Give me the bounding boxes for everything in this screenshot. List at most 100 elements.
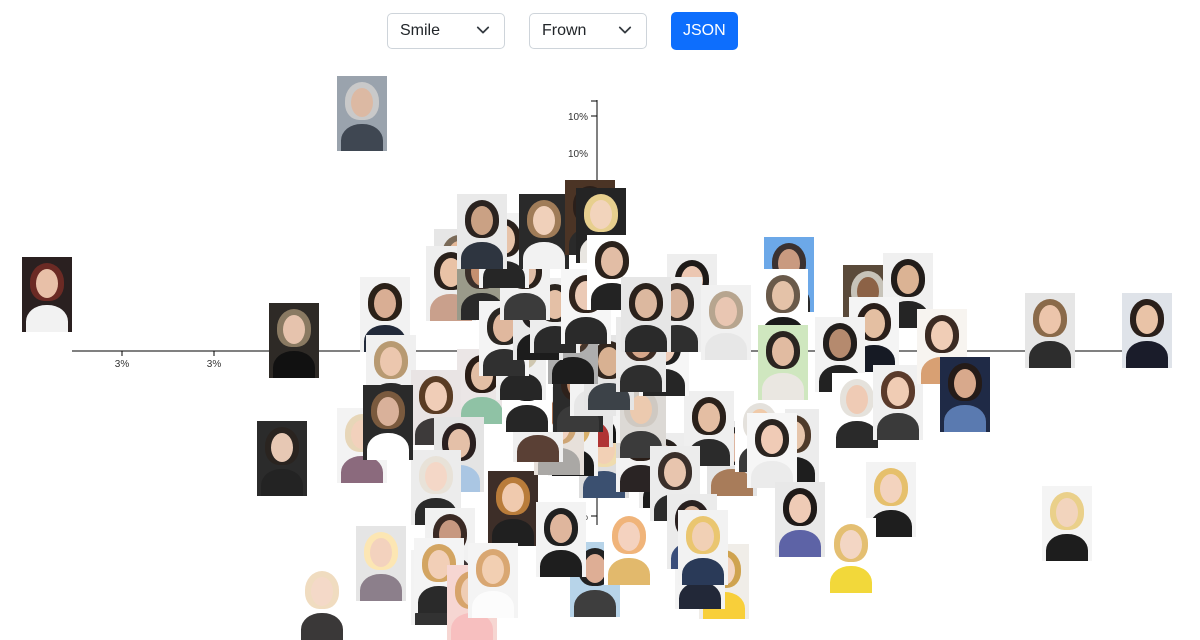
shirt-shape — [608, 558, 650, 585]
face-shape — [772, 337, 794, 366]
face-thumbnail[interactable] — [269, 303, 319, 378]
face-shape — [772, 281, 794, 310]
x-tick-label: 3% — [115, 359, 130, 370]
shirt-shape — [26, 305, 68, 332]
face-shape — [1039, 305, 1061, 334]
face-shape — [502, 483, 524, 512]
face-thumbnail[interactable] — [775, 482, 825, 557]
face-shape — [311, 577, 333, 606]
face-shape — [377, 397, 399, 426]
shirt-shape — [625, 325, 667, 352]
shirt-shape — [360, 574, 402, 601]
shirt-shape — [836, 421, 878, 448]
face-thumbnail[interactable] — [257, 421, 307, 496]
face-thumbnail[interactable] — [621, 277, 671, 352]
face-thumbnail[interactable] — [468, 543, 518, 618]
face-shape — [954, 369, 976, 398]
face-shape — [880, 474, 902, 503]
shirt-shape — [944, 405, 986, 432]
face-shape — [482, 555, 504, 584]
shirt-shape — [517, 435, 559, 462]
y-tick-label: 10% — [568, 112, 588, 123]
face-shape — [897, 265, 919, 294]
shirt-shape — [870, 510, 912, 537]
shirt-shape — [1046, 534, 1088, 561]
shirt-shape — [574, 590, 616, 617]
face-thumbnail[interactable] — [1122, 293, 1172, 368]
face-shape — [931, 321, 953, 350]
shirt-shape — [620, 365, 662, 392]
shirt-shape — [472, 591, 514, 618]
face-thumbnail[interactable] — [363, 385, 413, 460]
face-thumbnail[interactable] — [826, 518, 876, 593]
face-shape — [698, 403, 720, 432]
shirt-shape — [877, 413, 919, 440]
face-thumbnail[interactable] — [457, 194, 507, 269]
face-shape — [1136, 305, 1158, 334]
shirt-shape — [523, 242, 565, 269]
face-thumbnail[interactable] — [758, 325, 808, 400]
shirt-shape — [301, 613, 343, 640]
face-shape — [618, 522, 640, 551]
face-shape — [374, 289, 396, 318]
face-thumbnail[interactable] — [356, 526, 406, 601]
face-shape — [283, 315, 305, 344]
face-shape — [664, 458, 686, 487]
face-shape — [789, 494, 811, 523]
face-thumbnail[interactable] — [604, 510, 654, 585]
face-thumbnail[interactable] — [337, 76, 387, 151]
face-shape — [584, 554, 606, 583]
shirt-shape — [261, 469, 303, 496]
face-shape — [863, 309, 885, 338]
face-shape — [715, 297, 737, 326]
face-thumbnail[interactable] — [873, 365, 923, 440]
face-shape — [829, 329, 851, 358]
shirt-shape — [341, 456, 383, 483]
face-shape — [601, 247, 623, 276]
face-shape — [1056, 498, 1078, 527]
face-shape — [692, 522, 714, 551]
shirt-shape — [679, 582, 721, 609]
shirt-shape — [492, 519, 534, 546]
face-thumbnail[interactable] — [488, 471, 538, 546]
face-shape — [370, 538, 392, 567]
shirt-shape — [565, 317, 607, 344]
shirt-shape — [762, 373, 804, 400]
face-thumbnail[interactable] — [747, 413, 797, 488]
face-shape — [351, 88, 373, 117]
face-shape — [271, 433, 293, 462]
face-shape — [550, 514, 572, 543]
y-tick-label: 10% — [568, 149, 588, 160]
face-thumbnail[interactable] — [297, 565, 347, 640]
shirt-shape — [682, 558, 724, 585]
face-shape — [425, 462, 447, 491]
shirt-shape — [504, 293, 546, 320]
face-shape — [846, 385, 868, 414]
face-shape — [471, 206, 493, 235]
face-thumbnail[interactable] — [536, 502, 586, 577]
shirt-shape — [341, 124, 383, 151]
face-shape — [36, 269, 58, 298]
face-thumbnail[interactable] — [22, 257, 72, 332]
shirt-shape — [540, 550, 582, 577]
shirt-shape — [506, 405, 548, 432]
shirt-shape — [830, 566, 872, 593]
x-tick-label: 3% — [207, 359, 222, 370]
face-shape — [380, 347, 402, 376]
face-shape — [887, 377, 909, 406]
shirt-shape — [1029, 341, 1071, 368]
face-thumbnail[interactable] — [519, 194, 569, 269]
shirt-shape — [779, 530, 821, 557]
face-thumbnail[interactable] — [701, 285, 751, 360]
face-thumbnail[interactable] — [678, 510, 728, 585]
shirt-shape — [273, 351, 315, 378]
face-thumbnail[interactable] — [940, 357, 990, 432]
shirt-shape — [552, 357, 594, 384]
face-thumbnail[interactable] — [1042, 486, 1092, 561]
face-shape — [425, 382, 447, 411]
shirt-shape — [461, 242, 503, 269]
face-shape — [761, 425, 783, 454]
shirt-shape — [367, 433, 409, 460]
face-shape — [590, 200, 612, 229]
face-thumbnail[interactable] — [1025, 293, 1075, 368]
